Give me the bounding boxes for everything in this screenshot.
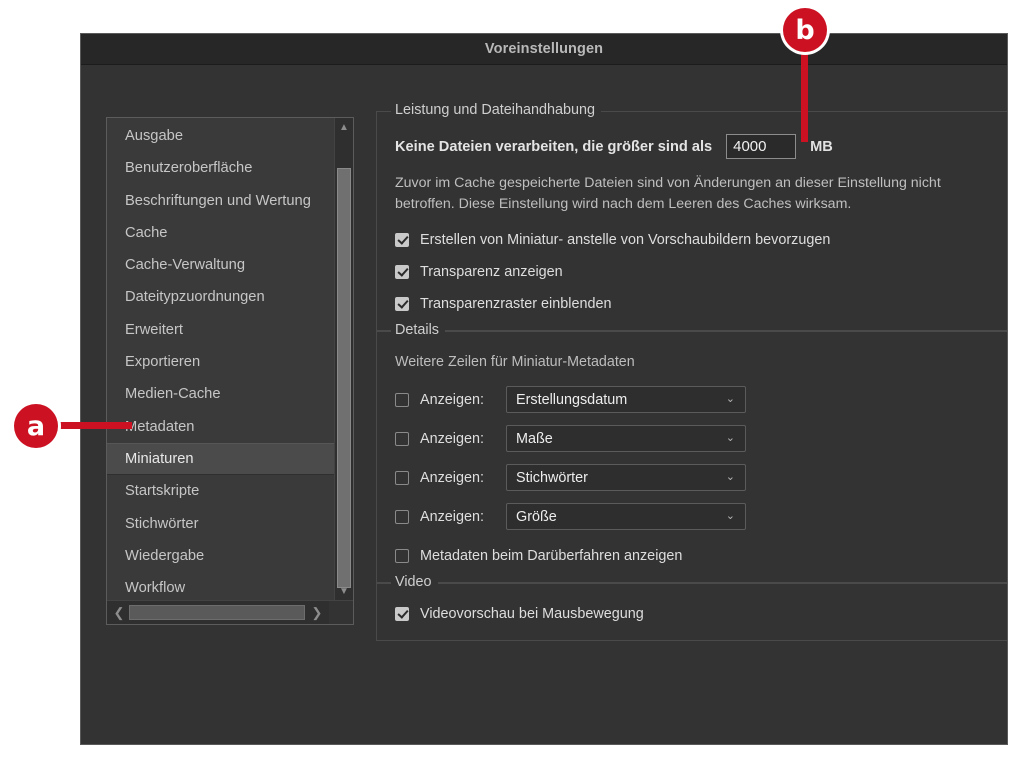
details-subtext: Weitere Zeilen für Miniatur-Metadaten <box>395 354 635 370</box>
max-file-size-label: Keine Dateien verarbeiten, die größer si… <box>395 138 713 155</box>
settings-category-list-inner: Ausgabe Benutzeroberfläche Beschriftungen … <box>107 118 353 600</box>
hover-metadata-checkbox[interactable] <box>395 549 409 563</box>
metadata-field-select[interactable]: Stichwörter ⌄ <box>506 464 746 491</box>
chevron-right-icon[interactable]: ❯ <box>307 601 327 624</box>
sidebar-vertical-scrollbar[interactable]: ▲ ▼ <box>334 118 353 600</box>
group-video-title: Video <box>391 574 438 590</box>
performance-option-checkbox[interactable] <box>395 233 409 247</box>
metadata-row-checkbox[interactable] <box>395 470 409 485</box>
group-performance-body: Keine Dateien verarbeiten, die größer si… <box>377 112 1007 330</box>
metadata-row-label: Anzeigen: <box>420 508 485 525</box>
settings-category-list: Ausgabe Benutzeroberfläche Beschriftungen … <box>106 117 354 625</box>
callout-a-leader-line <box>52 422 132 429</box>
hover-metadata-row[interactable]: Metadaten beim Darüberfahren anzeigen <box>395 548 989 564</box>
window-body: Ausgabe Benutzeroberfläche Beschriftungen … <box>81 65 1007 744</box>
sidebar-item-erweitert[interactable]: Erweitert <box>107 314 334 346</box>
chevron-left-icon[interactable]: ❮ <box>109 601 129 624</box>
window-titlebar: Voreinstellungen <box>81 34 1007 65</box>
performance-option-row[interactable]: Transparenzraster einblenden <box>395 296 989 312</box>
performance-option-checkbox[interactable] <box>395 265 409 279</box>
sidebar-item-benutzeroberfl-che[interactable]: Benutzeroberfläche <box>107 152 334 184</box>
performance-option-row[interactable]: Erstellen von Miniatur- anstelle von Vor… <box>395 232 989 248</box>
performance-checkbox-group: Erstellen von Miniatur- anstelle von Vor… <box>395 232 989 312</box>
metadata-field-value: Stichwörter <box>516 469 588 486</box>
performance-option-row[interactable]: Transparenz anzeigen <box>395 264 989 280</box>
vertical-scroll-thumb[interactable] <box>337 168 351 588</box>
metadata-row: Anzeigen: Stichwörter ⌄ <box>395 464 989 491</box>
sidebar-item-exportieren[interactable]: Exportieren <box>107 346 334 378</box>
horizontal-scroll-thumb[interactable] <box>129 605 305 620</box>
group-video-body: Videovorschau bei Mausbewegung <box>377 584 1007 640</box>
sidebar-item-medien-cache[interactable]: Medien-Cache <box>107 378 334 410</box>
preferences-window: Voreinstellungen Ausgabe Benutzeroberfläc… <box>80 33 1008 745</box>
metadata-row: Anzeigen: Größe ⌄ <box>395 503 989 530</box>
metadata-row-label: Anzeigen: <box>420 391 485 408</box>
metadata-row-label: Anzeigen: <box>420 469 485 486</box>
metadata-field-value: Maße <box>516 430 553 447</box>
chevron-down-icon: ⌄ <box>725 393 735 405</box>
metadata-field-value: Größe <box>516 508 557 525</box>
callout-badge-b: b <box>783 8 827 52</box>
sidebar-item-cache-verwaltung[interactable]: Cache-Verwaltung <box>107 249 334 281</box>
window-title: Voreinstellungen <box>484 41 604 57</box>
metadata-row-checkbox[interactable] <box>395 392 409 407</box>
metadata-field-select[interactable]: Erstellungsdatum ⌄ <box>506 386 746 413</box>
category-items: Ausgabe Benutzeroberfläche Beschriftungen … <box>107 118 334 600</box>
group-performance-title: Leistung und Dateihandhabung <box>391 102 602 118</box>
sidebar-item-dateitypzuordnungen[interactable]: Dateitypzuordnungen <box>107 281 334 313</box>
max-file-size-row: Keine Dateien verarbeiten, die größer si… <box>395 134 989 159</box>
chevron-down-icon: ⌄ <box>725 510 735 522</box>
max-file-size-input[interactable] <box>726 134 797 159</box>
hover-metadata-label: Metadaten beim Darüberfahren anzeigen <box>420 548 683 564</box>
metadata-row-checkbox[interactable] <box>395 431 409 446</box>
video-checkbox-group: Videovorschau bei Mausbewegung <box>395 606 989 622</box>
scrollbar-corner <box>329 601 353 624</box>
metadata-field-value: Erstellungsdatum <box>516 391 628 408</box>
callout-badge-a: a <box>14 404 58 448</box>
chevron-down-icon[interactable]: ▼ <box>335 582 353 600</box>
group-details-body: Weitere Zeilen für Miniatur-Metadaten An… <box>377 332 1007 582</box>
performance-option-label: Transparenzraster einblenden <box>420 296 612 312</box>
metadata-field-select[interactable]: Größe ⌄ <box>506 503 746 530</box>
max-file-size-unit: MB <box>810 138 833 155</box>
group-performance: Leistung und Dateihandhabung Keine Datei… <box>376 102 1007 331</box>
chevron-up-icon[interactable]: ▲ <box>335 118 353 136</box>
group-video: Video Videovorschau bei Mausbewegung <box>376 574 1007 641</box>
chevron-down-icon: ⌄ <box>725 471 735 483</box>
sidebar-item-workflow[interactable]: Workflow <box>107 572 334 600</box>
cache-description: Zuvor im Cache gespeicherte Dateien sind… <box>395 175 941 212</box>
metadata-row-label: Anzeigen: <box>420 430 485 447</box>
group-details: Details Weitere Zeilen für Miniatur-Meta… <box>376 322 1007 583</box>
sidebar-item-stichw-rter[interactable]: Stichwörter <box>107 508 334 540</box>
sidebar-item-wiedergabe[interactable]: Wiedergabe <box>107 540 334 572</box>
metadata-row-list: Anzeigen: Erstellungsdatum ⌄ Anzeigen: Maße ⌄… <box>395 386 989 530</box>
sidebar-item-ausgabe[interactable]: Ausgabe <box>107 120 334 152</box>
sidebar-horizontal-scrollbar[interactable]: ❮ ❯ <box>107 600 353 624</box>
settings-detail-panel: Leistung und Dateihandhabung Keine Datei… <box>376 102 1007 744</box>
chevron-down-icon: ⌄ <box>725 432 735 444</box>
performance-option-label: Transparenz anzeigen <box>420 264 563 280</box>
metadata-field-select[interactable]: Maße ⌄ <box>506 425 746 452</box>
video-option-row[interactable]: Videovorschau bei Mausbewegung <box>395 606 989 622</box>
metadata-row: Anzeigen: Erstellungsdatum ⌄ <box>395 386 989 413</box>
sidebar-item-cache[interactable]: Cache <box>107 217 334 249</box>
sidebar-item-metadaten[interactable]: Metadaten <box>107 411 334 443</box>
performance-option-label: Erstellen von Miniatur- anstelle von Vor… <box>420 232 831 248</box>
sidebar-item-startskripte[interactable]: Startskripte <box>107 475 334 507</box>
metadata-row-checkbox[interactable] <box>395 509 409 524</box>
sidebar-item-beschriftungen-und-wertung[interactable]: Beschriftungen und Wertung <box>107 185 334 217</box>
video-option-checkbox[interactable] <box>395 607 409 621</box>
sidebar-item-miniaturen[interactable]: Miniaturen <box>107 442 334 476</box>
performance-option-checkbox[interactable] <box>395 297 409 311</box>
group-details-title: Details <box>391 322 445 338</box>
metadata-row: Anzeigen: Maße ⌄ <box>395 425 989 452</box>
video-option-label: Videovorschau bei Mausbewegung <box>420 606 644 622</box>
